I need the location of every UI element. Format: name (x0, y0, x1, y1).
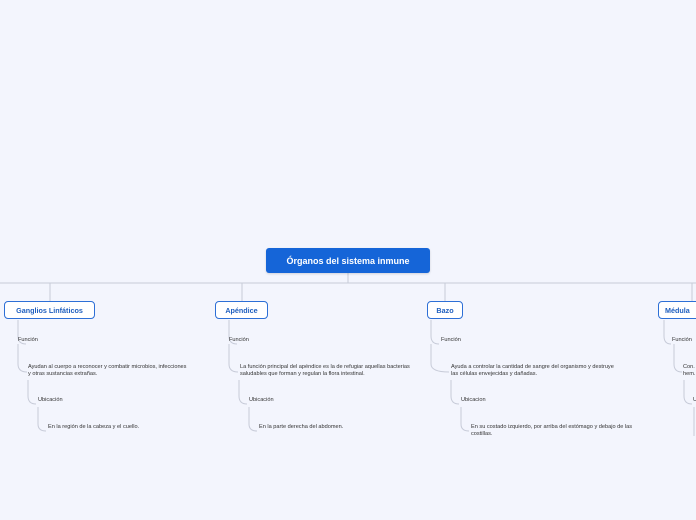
ubicacion-label[interactable]: Ubicacion (461, 397, 486, 404)
funcion-text[interactable]: Con... hem... (683, 364, 695, 379)
funcion-text[interactable]: Ayuda a controlar la cantidad de sangre … (451, 364, 621, 378)
funcion-text[interactable]: La función principal del apéndice es la … (240, 364, 416, 378)
topic-label: Médula (665, 305, 690, 315)
topic-ganglios-linfaticos[interactable]: Ganglios Linfáticos (4, 301, 95, 319)
topic-bazo[interactable]: Bazo (427, 301, 463, 319)
mind-map-canvas[interactable]: Órganos del sistema inmune Ganglios Linf… (0, 0, 696, 520)
root-topic-label: Órganos del sistema inmune (286, 255, 410, 266)
topic-apendice[interactable]: Apéndice (215, 301, 268, 319)
topic-label: Apéndice (225, 305, 258, 315)
funcion-label[interactable]: Función (18, 337, 38, 344)
funcion-label[interactable]: Función (441, 337, 461, 344)
ubicacion-text[interactable]: En la región de la cabeza y el cuello. (48, 424, 139, 431)
funcion-label[interactable]: Función (229, 337, 249, 344)
ubicacion-text[interactable]: En la parte derecha del abdomen. (259, 424, 343, 431)
ubicacion-label[interactable]: Ubicación (38, 397, 63, 404)
root-topic[interactable]: Órganos del sistema inmune (266, 248, 430, 273)
topic-label: Bazo (436, 305, 454, 315)
funcion-label[interactable]: Función (672, 337, 692, 344)
funcion-text[interactable]: Ayudan al cuerpo a reconocer y combatir … (28, 364, 188, 378)
topic-medula[interactable]: Médula (658, 301, 696, 319)
topic-label: Ganglios Linfáticos (16, 305, 83, 315)
ubicacion-text[interactable]: En su costado izquierdo, por arriba del … (471, 424, 647, 438)
ubicacion-label[interactable]: Ubicación (249, 397, 274, 404)
